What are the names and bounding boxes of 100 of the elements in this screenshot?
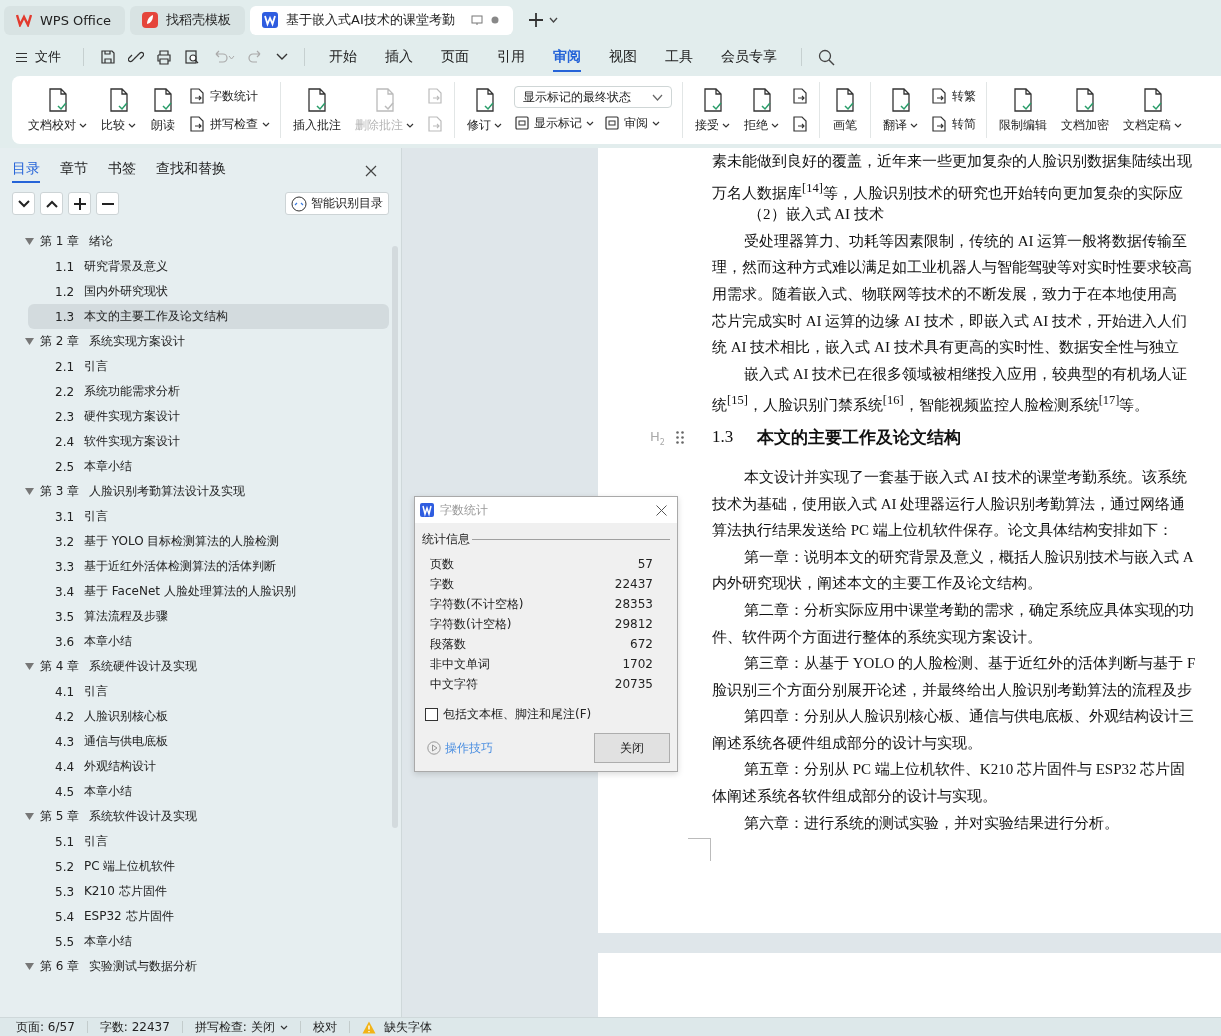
drag-handle-icon[interactable]: [676, 430, 684, 444]
ribbon-button[interactable]: 文档校对: [22, 84, 93, 136]
checkbox[interactable]: [425, 708, 438, 721]
search-icon[interactable]: [818, 48, 835, 66]
new-tab-icon[interactable]: [527, 12, 544, 28]
file-menu-button[interactable]: 文件: [16, 48, 61, 66]
toc-item[interactable]: 2.3 硬件实现方案设计: [28, 404, 389, 429]
toc-chapter[interactable]: 第 3 章 人脸识别考勤算法设计及实现: [0, 479, 401, 504]
toc-item[interactable]: 3.3 基于近红外活体检测算法的活体判断: [28, 554, 389, 579]
toc-item[interactable]: 2.4 软件实现方案设计: [28, 429, 389, 454]
toc-item[interactable]: 1.3 本文的主要工作及论文结构: [28, 304, 389, 329]
close-icon[interactable]: [365, 165, 377, 177]
print-icon[interactable]: [156, 49, 172, 65]
ribbon-tab[interactable]: 会员专享: [721, 42, 777, 72]
toc-chapter[interactable]: 第 6 章 实验测试与数据分析: [0, 954, 401, 979]
toc-item[interactable]: 2.1 引言: [28, 354, 389, 379]
toc-chapter[interactable]: 第 1 章 绪论: [0, 229, 401, 254]
document-tab[interactable]: WPS Office: [4, 5, 126, 35]
expand-triangle-icon[interactable]: [25, 338, 34, 345]
ribbon-button[interactable]: 插入批注: [287, 84, 347, 136]
markup-dropdown[interactable]: 显示标记的最终状态: [514, 86, 672, 108]
missing-font-button[interactable]: 缺失字体: [383, 1018, 432, 1036]
chevron-down-button[interactable]: [12, 192, 35, 215]
caret-icon: [652, 93, 663, 101]
chevron-down-icon[interactable]: [276, 53, 288, 61]
close-button[interactable]: 关闭: [594, 733, 670, 763]
toc-chapter[interactable]: 第 4 章 系统硬件设计及实现: [0, 654, 401, 679]
plus-button[interactable]: [68, 192, 91, 215]
toc-item[interactable]: 5.4 ESP32 芯片固件: [28, 904, 389, 929]
toc-item[interactable]: 3.2 基于 YOLO 目标检测算法的人脸检测: [28, 529, 389, 554]
ribbon-small-button[interactable]: 字数统计: [188, 85, 270, 107]
ribbon-tab[interactable]: 工具: [665, 42, 693, 72]
toc-item[interactable]: 1.1 研究背景及意义: [28, 254, 389, 279]
expand-triangle-icon[interactable]: [25, 663, 34, 670]
ribbon-button[interactable]: 画笔: [826, 84, 864, 136]
section-number: 3.2: [55, 534, 76, 549]
toc-item[interactable]: 3.1 引言: [28, 504, 389, 529]
ribbon-button[interactable]: 比较: [95, 84, 142, 136]
toc-item[interactable]: 4.1 引言: [28, 679, 389, 704]
ribbon-tab[interactable]: 审阅: [553, 42, 581, 72]
toc-item[interactable]: 3.6 本章小结: [28, 629, 389, 654]
ribbon-small-button[interactable]: 拼写检查: [188, 113, 270, 135]
toc-item[interactable]: 3.5 算法流程及步骤: [28, 604, 389, 629]
toc-item[interactable]: 5.2 PC 端上位机软件: [28, 854, 389, 879]
ribbon-button[interactable]: 朗读: [144, 84, 182, 136]
toc-item[interactable]: 5.1 引言: [28, 829, 389, 854]
toc-item[interactable]: 1.2 国内外研究现状: [28, 279, 389, 304]
toc-item[interactable]: 2.2 系统功能需求分析: [28, 379, 389, 404]
toc-item[interactable]: 3.4 基于 FaceNet 人脸处理算法的人脸识别: [28, 579, 389, 604]
section-number: 4.5: [55, 784, 76, 799]
minus-button[interactable]: [96, 192, 119, 215]
toc-chapter[interactable]: 第 5 章 系统软件设计及实现: [0, 804, 401, 829]
ribbon-button[interactable]: 翻译: [877, 84, 924, 136]
ribbon-small-button[interactable]: 显示标记: [514, 112, 594, 134]
ribbon-button[interactable]: 限制编辑: [993, 84, 1053, 136]
ribbon-button[interactable]: 文档加密: [1055, 84, 1115, 136]
save-icon[interactable]: [100, 49, 116, 65]
close-icon[interactable]: [656, 504, 667, 516]
ribbon-button[interactable]: 文档定稿: [1117, 84, 1188, 136]
ribbon-button[interactable]: 拒绝: [738, 84, 785, 136]
toc-item[interactable]: 4.2 人脸识别核心板: [28, 704, 389, 729]
section-title: 算法流程及步骤: [84, 608, 168, 625]
ribbon-button[interactable]: 接受: [689, 84, 736, 136]
toc-item[interactable]: 5.3 K210 芯片固件: [28, 879, 389, 904]
ribbon-tab[interactable]: 插入: [385, 42, 413, 72]
ribbon-small-button[interactable]: 审阅: [604, 112, 660, 134]
toc-item[interactable]: 5.5 本章小结: [28, 929, 389, 954]
ribbon-tab[interactable]: 视图: [609, 42, 637, 72]
sidebar-tab[interactable]: 查找和替换: [156, 159, 226, 183]
margin-corner-mark: [688, 838, 711, 861]
ribbon-tab[interactable]: 页面: [441, 42, 469, 72]
toc-item[interactable]: 4.5 本章小结: [28, 779, 389, 804]
spell-check-button[interactable]: 拼写检查: 关闭: [194, 1018, 288, 1036]
document-tab[interactable]: 基于嵌入式AI技术的课堂考勤: [250, 5, 513, 35]
proofread-button[interactable]: 校对: [312, 1018, 337, 1036]
section-number: 5.3: [55, 884, 76, 899]
sidebar-tab[interactable]: 书签: [108, 159, 136, 183]
expand-triangle-icon[interactable]: [25, 488, 34, 495]
expand-triangle-icon[interactable]: [25, 813, 34, 820]
ribbon-tab[interactable]: 引用: [497, 42, 525, 72]
ribbon-tab[interactable]: 开始: [329, 42, 357, 72]
expand-triangle-icon[interactable]: [25, 238, 34, 245]
smart-toc-button[interactable]: 智能识别目录: [285, 192, 389, 215]
ribbon-small-button[interactable]: 转简: [930, 113, 976, 135]
ribbon-small-button[interactable]: 转繁: [930, 85, 976, 107]
section-title: 引言: [84, 358, 108, 375]
toc-chapter[interactable]: 第 2 章 系统实现方案设计: [0, 329, 401, 354]
document-tab[interactable]: 找稻壳模板: [130, 5, 246, 35]
word-count[interactable]: 字数: 22437: [99, 1018, 170, 1036]
toc-item[interactable]: 2.5 本章小结: [28, 454, 389, 479]
chevron-up-button[interactable]: [40, 192, 63, 215]
print-preview-icon[interactable]: [184, 49, 200, 65]
caret-icon[interactable]: [548, 17, 558, 23]
expand-triangle-icon[interactable]: [25, 963, 34, 970]
toc-item[interactable]: 4.3 通信与供电底板: [28, 729, 389, 754]
ribbon-button[interactable]: 修订: [461, 84, 508, 136]
link-icon[interactable]: [128, 49, 144, 65]
sidebar-tab[interactable]: 目录: [12, 159, 40, 183]
toc-item[interactable]: 4.4 外观结构设计: [28, 754, 389, 779]
sidebar-tab[interactable]: 章节: [60, 159, 88, 183]
